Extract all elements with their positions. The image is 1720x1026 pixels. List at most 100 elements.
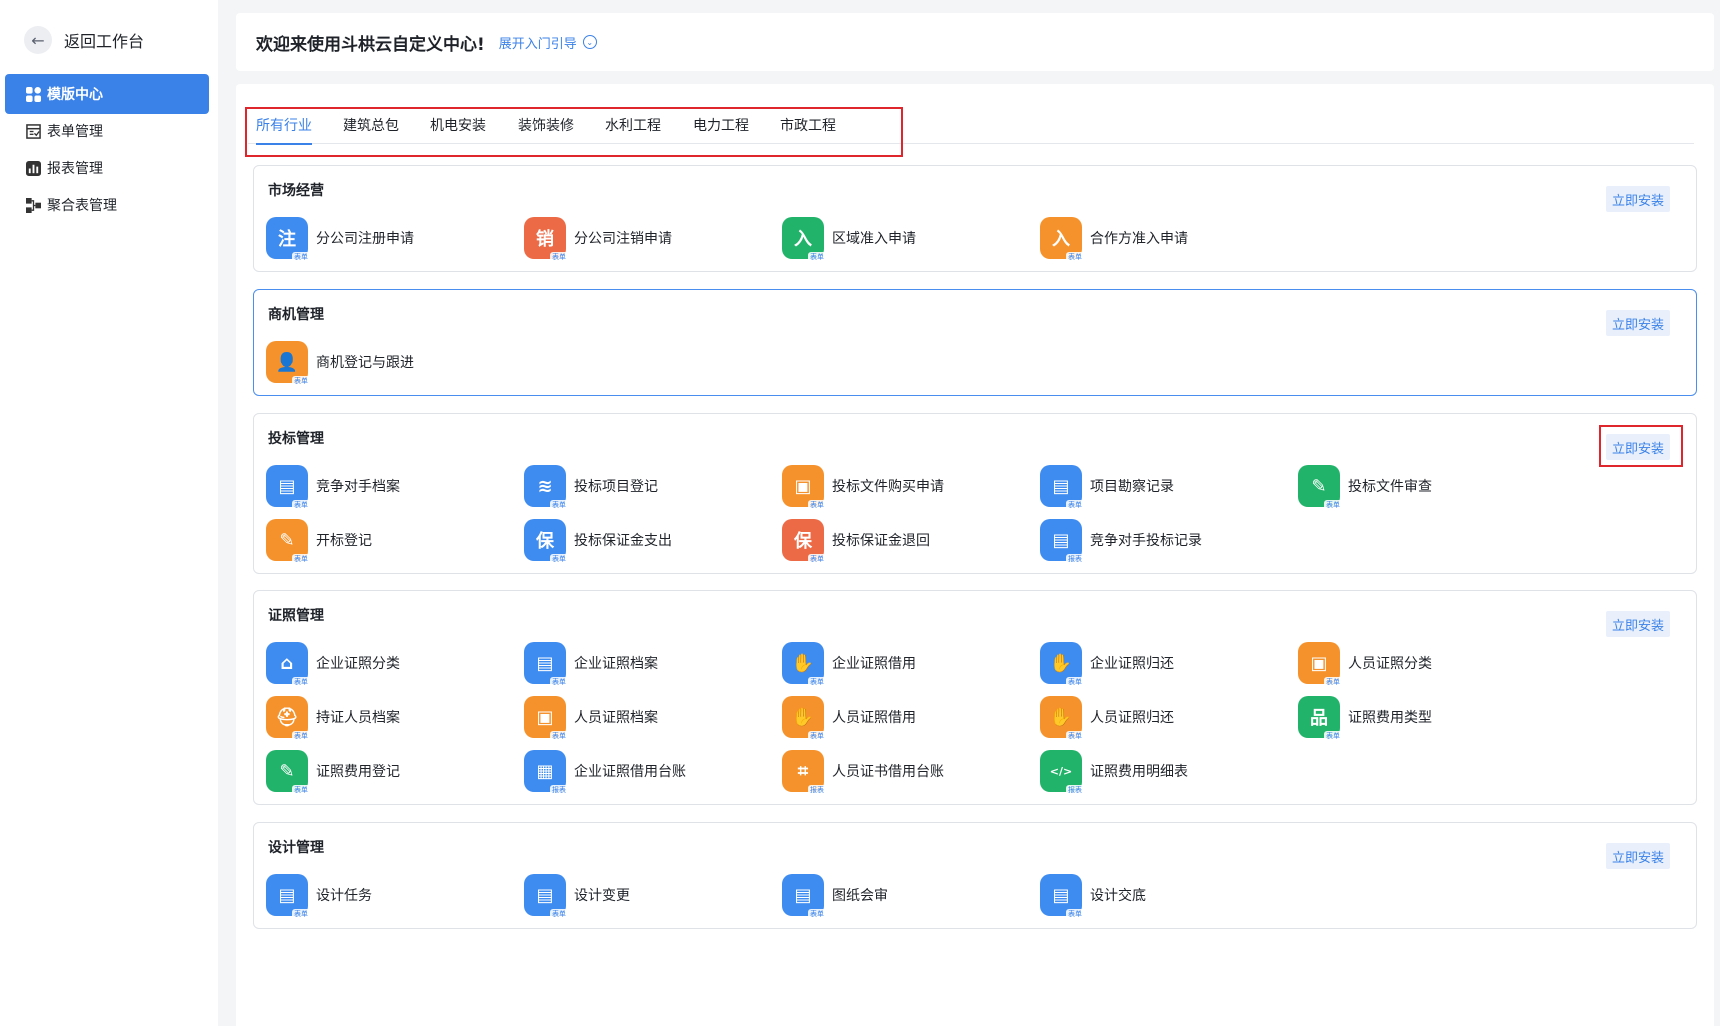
template-item[interactable]: 入表单 区域准入申请 <box>782 217 916 262</box>
install-now-button[interactable]: 立即安装 <box>1605 843 1670 869</box>
icon-glyph: ✋ <box>791 706 815 728</box>
section-title: 商机管理 <box>268 307 324 323</box>
sidebar-item-report-management[interactable]: 报表管理 <box>5 148 209 188</box>
install-now-button[interactable]: 立即安装 <box>1605 310 1670 336</box>
icon-glyph: ▤ <box>1052 884 1070 906</box>
back-label: 返回工作台 <box>64 32 145 51</box>
template-label: 设计任务 <box>316 888 372 904</box>
template-icon: ▤ 表单 <box>266 465 310 510</box>
template-item[interactable]: ⌂ 表单 企业证照分类 <box>266 642 400 687</box>
type-badge: 报表 <box>1066 554 1084 564</box>
template-icon: ✎ 表单 <box>266 519 310 564</box>
template-item[interactable]: ≋ 表单 投标项目登记 <box>524 465 658 510</box>
sidebar-item-aggregate-management[interactable]: 聚合表管理 <box>5 185 209 225</box>
template-item[interactable]: 入表单 合作方准入申请 <box>1040 217 1188 262</box>
form-icon <box>25 123 41 139</box>
template-item[interactable]: 👤 表单 商机登记与跟进 <box>266 341 414 386</box>
template-icon: ✎ 表单 <box>266 750 310 795</box>
template-label: 企业证照分类 <box>316 656 400 672</box>
back-to-workbench-button[interactable]: ← 返回工作台 <box>24 26 144 54</box>
template-label: 投标文件购买申请 <box>832 479 944 495</box>
template-item[interactable]: 品表单 证照费用类型 <box>1298 696 1432 741</box>
sidebar-item-form-management[interactable]: 表单管理 <box>5 111 209 151</box>
template-item[interactable]: 销表单 分公司注销申请 <box>524 217 672 262</box>
template-icon: ✋ 表单 <box>782 642 826 687</box>
template-item[interactable]: ▣ 表单 人员证照分类 <box>1298 642 1432 687</box>
type-badge: 表单 <box>292 554 310 564</box>
icon-glyph: ✋ <box>1049 652 1073 674</box>
icon-glyph: ⌂ <box>280 652 294 674</box>
type-badge: 报表 <box>1066 785 1084 795</box>
type-badge: 表单 <box>292 252 310 262</box>
template-label: 开标登记 <box>316 533 372 549</box>
template-label: 证照费用登记 <box>316 764 400 780</box>
template-label: 投标文件审查 <box>1348 479 1432 495</box>
sidebar-item-label: 聚合表管理 <box>47 198 117 214</box>
template-item[interactable]: ▤ 表单 设计任务 <box>266 874 372 919</box>
template-item[interactable]: ▤ 表单 项目勘察记录 <box>1040 465 1174 510</box>
template-label: 图纸会审 <box>832 888 888 904</box>
template-label: 合作方准入申请 <box>1090 231 1188 247</box>
template-item[interactable]: ▤ 表单 竞争对手档案 <box>266 465 400 510</box>
type-badge: 表单 <box>808 500 826 510</box>
section-design-management: 设计管理 立即安装 ▤ 表单 设计任务 ▤ 表单 设计变更 ▤ 表单 图纸会审 ▤ 表单 设计交底 <box>253 822 1697 929</box>
template-item[interactable]: ▤ 报表 竞争对手投标记录 <box>1040 519 1202 564</box>
template-item[interactable]: ▣ 表单 投标文件购买申请 <box>782 465 944 510</box>
aggregate-icon <box>25 197 41 213</box>
type-badge: 表单 <box>292 500 310 510</box>
expand-guide-link[interactable]: 展开入门引导 ⌄ <box>499 33 597 52</box>
install-now-button[interactable]: 立即安装 <box>1605 186 1670 212</box>
template-icon: 入表单 <box>1040 217 1084 262</box>
template-item[interactable]: ✎ 表单 开标登记 <box>266 519 372 564</box>
template-label: 证照费用类型 <box>1348 710 1432 726</box>
template-icon: ▤ 表单 <box>266 874 310 919</box>
section-bidding-management: 投标管理 立即安装 ▤ 表单 竞争对手档案 ≋ 表单 投标项目登记 ▣ 表单 投标文件购买申请 ▤ 表单… <box>253 413 1697 574</box>
icon-glyph: ▤ <box>278 475 296 497</box>
template-item[interactable]: ✋ 表单 企业证照借用 <box>782 642 916 687</box>
template-item[interactable]: 保表单 投标保证金支出 <box>524 519 672 564</box>
template-item[interactable]: ⛑ 表单 持证人员档案 <box>266 696 400 741</box>
template-item[interactable]: ▤ 表单 设计交底 <box>1040 874 1146 919</box>
sidebar-item-template-center[interactable]: 模版中心 <box>5 74 209 114</box>
template-label: 分公司注销申请 <box>574 231 672 247</box>
icon-glyph: 注 <box>278 229 296 250</box>
template-item[interactable]: ▣ 表单 人员证照档案 <box>524 696 658 741</box>
sidebar-item-label: 表单管理 <box>47 124 103 140</box>
type-badge: 报表 <box>808 785 826 795</box>
icon-glyph: ≋ <box>537 475 553 497</box>
sidebar-item-label: 模版中心 <box>47 87 103 103</box>
template-item[interactable]: ▦ 报表 企业证照借用台账 <box>524 750 686 795</box>
icon-glyph: 入 <box>794 229 812 250</box>
template-icon: 保表单 <box>524 519 568 564</box>
template-icon: ≋ 表单 <box>524 465 568 510</box>
template-item[interactable]: </> 报表 证照费用明细表 <box>1040 750 1188 795</box>
template-item[interactable]: ✋ 表单 人员证照借用 <box>782 696 916 741</box>
section-opportunity-management: 商机管理 立即安装 👤 表单 商机登记与跟进 <box>253 289 1697 396</box>
type-badge: 表单 <box>292 376 310 386</box>
template-item[interactable]: ▤ 表单 图纸会审 <box>782 874 888 919</box>
template-item[interactable]: 注表单 分公司注册申请 <box>266 217 414 262</box>
template-icon: ▤ 表单 <box>1040 874 1084 919</box>
template-main: 所有行业 建筑总包 机电安装 装饰装修 水利工程 电力工程 市政工程 市场经营立… <box>236 84 1714 1026</box>
template-item[interactable]: 保表单 投标保证金退回 <box>782 519 930 564</box>
template-item[interactable]: ⌗ 报表 人员证书借用台账 <box>782 750 944 795</box>
template-icon: ⌗ 报表 <box>782 750 826 795</box>
icon-glyph: ▣ <box>794 475 812 497</box>
type-badge: 表单 <box>292 909 310 919</box>
template-item[interactable]: ✎ 表单 投标文件审查 <box>1298 465 1432 510</box>
template-item[interactable]: ✎ 表单 证照费用登记 <box>266 750 400 795</box>
install-now-button[interactable]: 立即安装 <box>1605 611 1670 637</box>
arrow-left-icon: ← <box>24 26 52 54</box>
type-badge: 表单 <box>1324 731 1342 741</box>
template-icon: 入表单 <box>782 217 826 262</box>
template-label: 人员证照借用 <box>832 710 916 726</box>
template-item[interactable]: ▤ 表单 企业证照档案 <box>524 642 658 687</box>
type-badge: 表单 <box>292 731 310 741</box>
template-item[interactable]: ✋ 表单 人员证照归还 <box>1040 696 1174 741</box>
type-badge: 表单 <box>550 909 568 919</box>
icon-glyph: ✋ <box>791 652 815 674</box>
template-icon: 品表单 <box>1298 696 1342 741</box>
template-item[interactable]: ▤ 表单 设计变更 <box>524 874 630 919</box>
type-badge: 表单 <box>550 731 568 741</box>
template-item[interactable]: ✋ 表单 企业证照归还 <box>1040 642 1174 687</box>
